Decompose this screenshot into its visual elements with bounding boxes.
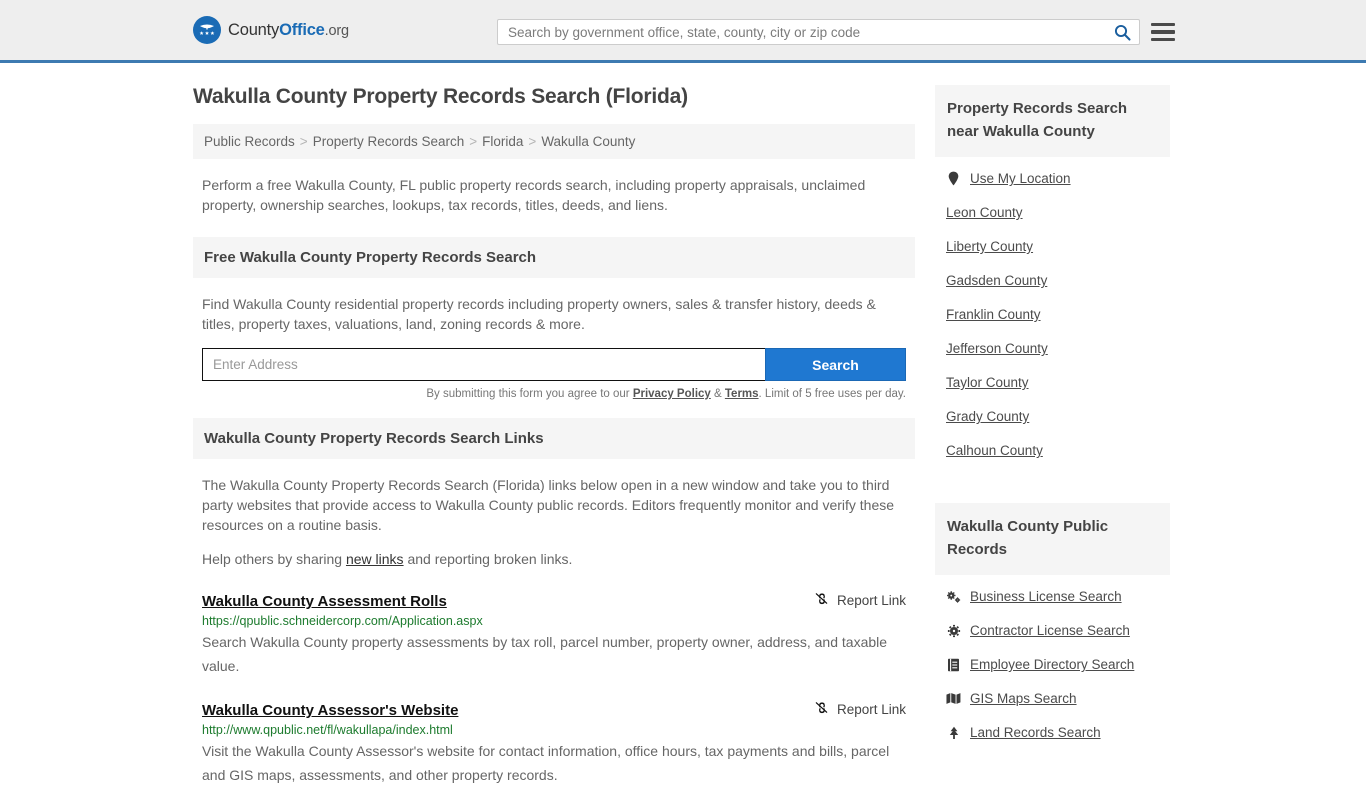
disclaimer-amp: & [710,388,725,400]
sidebar-item-taylor-county[interactable]: Taylor County [946,375,1170,390]
disclaimer-text-before: By submitting this form you agree to our [426,388,633,400]
sidebar-item-contractor-license-search[interactable]: Contractor License Search [946,623,1170,638]
breadcrumb: Public Records > Property Records Search > F… [193,124,915,159]
terms-link[interactable]: Terms [725,388,759,400]
sidebar-item-jefferson-county[interactable]: Jefferson County [946,341,1170,356]
hamburger-menu-icon[interactable] [1151,20,1175,44]
broken-link-icon [814,700,829,718]
result-description: Visit the Wakulla County Assessor's webs… [202,743,890,783]
breadcrumb-item-public-records[interactable]: Public Records [204,134,295,149]
sidebar-link-label[interactable]: Employee Directory Search [970,657,1134,672]
links-section-paragraph: The Wakulla County Property Records Sear… [202,477,895,533]
disclaimer-text-after: . Limit of 5 free uses per day. [758,388,906,400]
sidebar: Property Records Search near Wakulla Cou… [935,85,1170,803]
sidebar-item-land-records-search[interactable]: Land Records Search [946,725,1170,740]
result-url: https://qpublic.schneidercorp.com/Applic… [202,614,483,628]
sidebar-item-leon-county[interactable]: Leon County [946,205,1170,220]
broken-link-icon [814,591,829,609]
result-item: Wakulla County Assessor's Website Report… [193,700,915,787]
gear-icon [946,624,961,638]
eagle-stars-seal-icon [193,16,221,44]
report-link-label: Report Link [836,592,906,608]
logo-text-office: Office [279,20,325,39]
sidebar-item-use-my-location[interactable]: Use My Location [946,171,1170,186]
global-search-bar[interactable] [497,19,1140,45]
hamburger-bar [1151,22,1175,27]
breadcrumb-item-property-records-search[interactable]: Property Records Search [313,134,465,149]
sidebar-item-grady-county[interactable]: Grady County [946,409,1170,424]
search-icon[interactable] [1105,20,1139,44]
result-item: Wakulla County Assessment Rolls Report L… [193,591,915,678]
sidebar-link-label[interactable]: Jefferson County [946,341,1048,356]
map-pin-icon [946,171,961,186]
logo-text-org: .org [324,22,349,39]
help-text-before: Help others by sharing [202,551,346,567]
breadcrumb-item-wakulla-county: Wakulla County [541,134,636,149]
result-header: Wakulla County Assessment Rolls Report L… [202,591,906,611]
sidebar-link-label[interactable]: Liberty County [946,239,1033,254]
sidebar-link-label[interactable]: Land Records Search [970,725,1101,740]
breadcrumb-separator: > [469,134,478,149]
sidebar-link-label[interactable]: Calhoun County [946,443,1043,458]
sidebar-public-records-heading: Wakulla County Public Records [935,503,1170,575]
result-header: Wakulla County Assessor's Website Report… [202,700,906,720]
sidebar-link-label[interactable]: Business License Search [970,589,1122,604]
sidebar-link-label[interactable]: Franklin County [946,307,1041,322]
result-description: Search Wakulla County property assessmen… [202,634,888,674]
site-header: CountyOffice.org [0,0,1366,63]
sidebar-item-calhoun-county[interactable]: Calhoun County [946,443,1170,458]
site-logo[interactable]: CountyOffice.org [193,16,349,44]
result-url: http://www.qpublic.net/fl/wakullapa/inde… [202,723,453,737]
privacy-policy-link[interactable]: Privacy Policy [633,388,711,400]
help-others-text: Help others by sharing new links and rep… [193,549,915,569]
breadcrumb-item-florida[interactable]: Florida [482,134,523,149]
cogs-icon [946,590,961,604]
main-content: Wakulla County Property Records Search (… [193,85,915,803]
logo-wordmark: CountyOffice.org [228,21,349,40]
sidebar-link-label[interactable]: Leon County [946,205,1023,220]
report-link-button[interactable]: Report Link [814,700,906,718]
report-link-button[interactable]: Report Link [814,591,906,609]
sidebar-link-label[interactable]: Taylor County [946,375,1029,390]
new-links-link[interactable]: new links [346,551,404,567]
page-body: Wakulla County Property Records Search (… [0,63,1366,803]
sidebar-item-gadsden-county[interactable]: Gadsden County [946,273,1170,288]
sidebar-link-label[interactable]: Grady County [946,409,1029,424]
sidebar-item-gis-maps-search[interactable]: GIS Maps Search [946,691,1170,706]
free-search-heading: Free Wakulla County Property Records Sea… [193,237,915,278]
tree-icon [946,726,961,740]
sidebar-link-label[interactable]: Gadsden County [946,273,1047,288]
breadcrumb-separator: > [299,134,308,149]
sidebar-item-franklin-county[interactable]: Franklin County [946,307,1170,322]
hamburger-bar [1151,30,1175,34]
breadcrumb-separator: > [528,134,537,149]
sidebar-link-label[interactable]: Use My Location [970,171,1071,186]
help-text-after: and reporting broken links. [403,551,573,567]
links-section-heading: Wakulla County Property Records Search L… [193,418,915,459]
report-link-label: Report Link [836,701,906,717]
sidebar-link-label[interactable]: GIS Maps Search [970,691,1077,706]
page-title: Wakulla County Property Records Search (… [193,85,688,108]
address-input[interactable] [202,348,765,381]
book-icon [946,658,961,672]
map-icon [946,692,961,705]
hamburger-bar [1151,37,1175,42]
address-search-button[interactable]: Search [765,348,906,381]
logo-text-county: County [228,20,280,39]
free-search-description: Find Wakulla County residential property… [202,296,876,332]
sidebar-link-label[interactable]: Contractor License Search [970,623,1130,638]
page-intro-text: Perform a free Wakulla County, FL public… [202,177,866,213]
sidebar-item-liberty-county[interactable]: Liberty County [946,239,1170,254]
global-search-input[interactable] [498,24,1105,40]
result-title-link[interactable]: Wakulla County Assessment Rolls [202,593,447,610]
result-title-link[interactable]: Wakulla County Assessor's Website [202,702,458,719]
form-disclaimer: By submitting this form you agree to our… [193,381,915,400]
address-search-form: Search [193,348,915,381]
sidebar-nearby-heading: Property Records Search near Wakulla Cou… [935,85,1170,157]
sidebar-public-records-list: Business License Search Contractor Licen… [935,575,1170,763]
sidebar-item-business-license-search[interactable]: Business License Search [946,589,1170,604]
sidebar-item-employee-directory-search[interactable]: Employee Directory Search [946,657,1170,672]
sidebar-nearby-list: Use My Location Leon County Liberty Coun… [935,157,1170,481]
